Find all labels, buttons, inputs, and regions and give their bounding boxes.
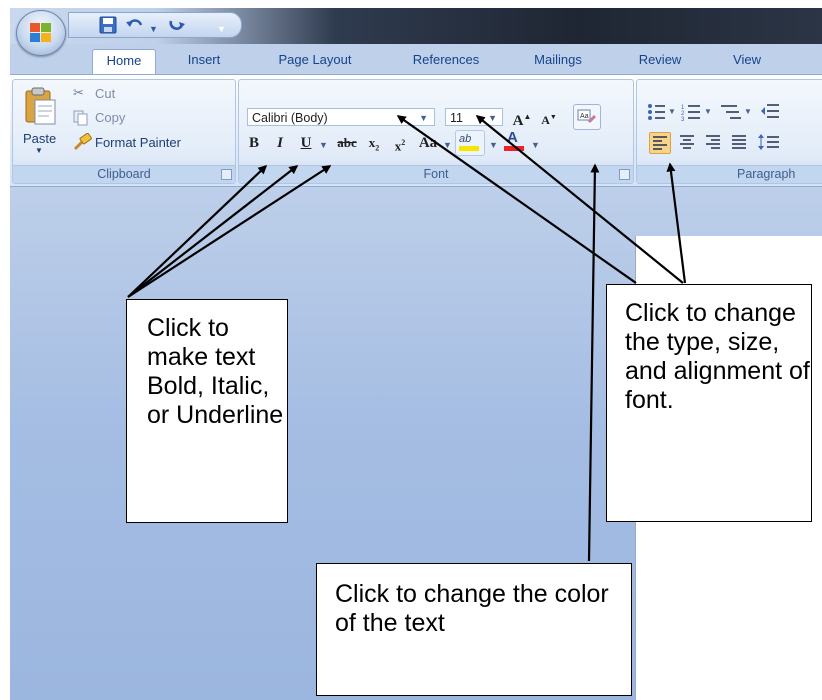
arrow-to-align-left <box>666 162 687 284</box>
arrow-to-font-color <box>587 163 600 562</box>
arrow-to-underline <box>127 165 332 298</box>
arrow-to-bold <box>127 164 268 298</box>
arrow-to-italic <box>127 165 299 298</box>
arrow-to-font-name <box>396 115 637 284</box>
annotation-arrows <box>127 115 687 562</box>
arrow-to-font-size <box>475 115 684 284</box>
